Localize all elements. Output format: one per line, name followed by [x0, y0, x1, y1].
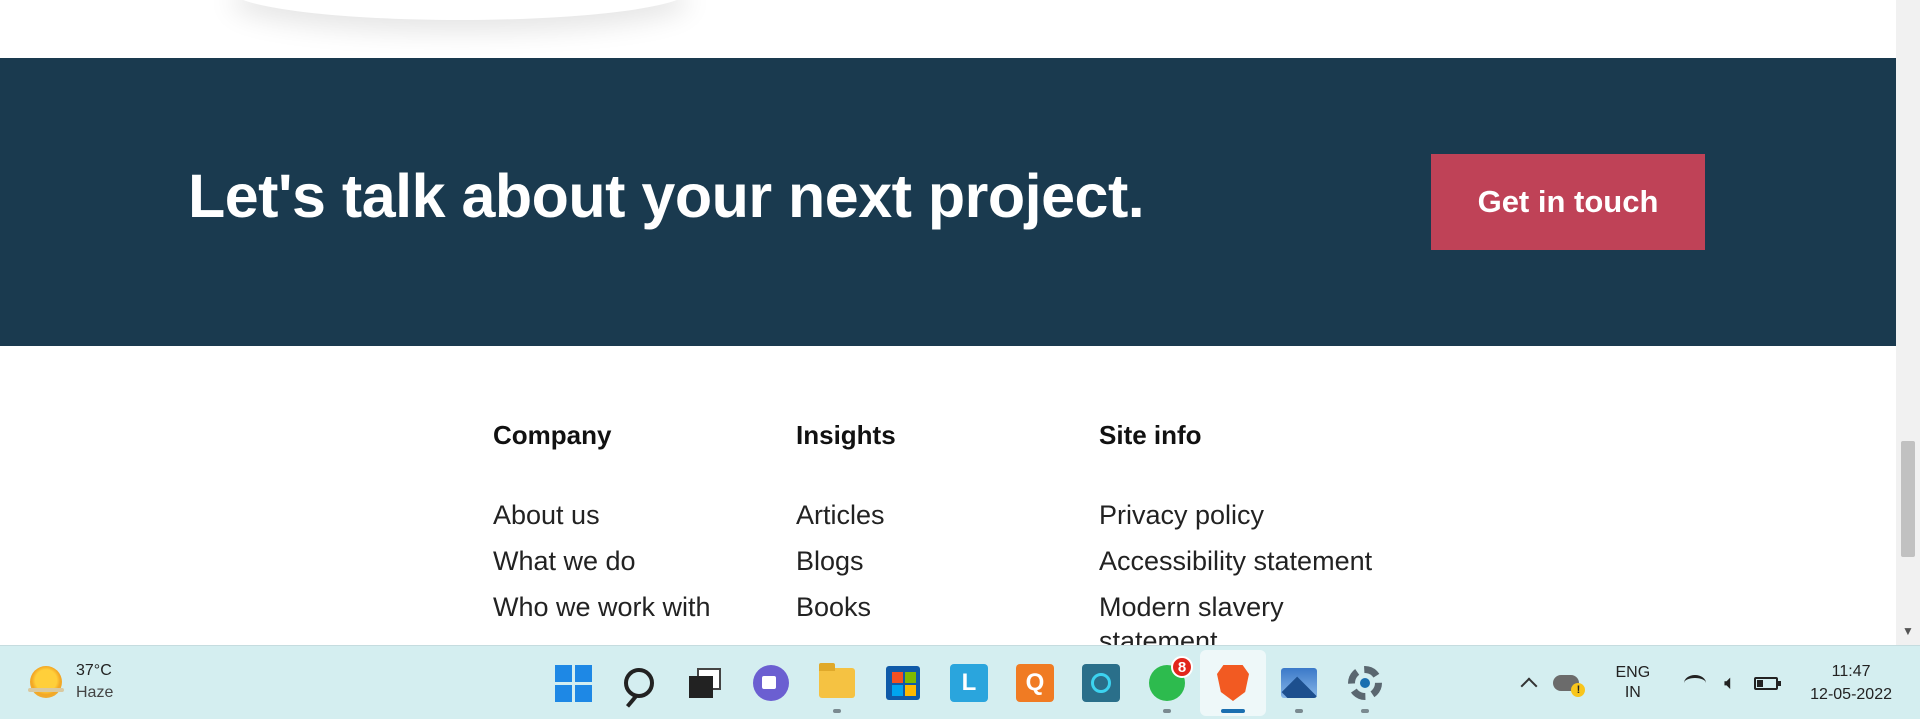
- taskbar-apps: L Q 8: [540, 646, 1398, 719]
- language-indicator[interactable]: ENG IN: [1615, 663, 1650, 703]
- whatsapp-icon: 8: [1149, 656, 1193, 701]
- battery-icon: [1754, 676, 1782, 690]
- volume-button[interactable]: 🔈︎: [1724, 672, 1736, 695]
- footer-link-blogs[interactable]: Blogs: [796, 546, 864, 576]
- page-scrollbar[interactable]: ▼: [1896, 0, 1920, 645]
- whatsapp-button[interactable]: 8: [1134, 650, 1200, 716]
- scroll-down-arrow-icon[interactable]: ▼: [1902, 624, 1914, 638]
- system-tray: ENG IN 🔈︎ 11:47 12-05-2022: [1520, 646, 1920, 719]
- q-app-icon: Q: [1016, 664, 1054, 702]
- onedrive-status-button[interactable]: [1553, 675, 1586, 697]
- footer-link-privacy-policy[interactable]: Privacy policy: [1099, 500, 1264, 530]
- photos-icon: [1281, 668, 1317, 698]
- site-footer: Company About us What we do Who we work …: [0, 346, 1896, 645]
- alexa-button[interactable]: [1068, 650, 1134, 716]
- footer-heading: Company: [493, 420, 612, 450]
- q-app-button[interactable]: Q: [1002, 650, 1068, 716]
- weather-widget[interactable]: 37°C Haze: [28, 660, 114, 704]
- settings-button[interactable]: [1332, 650, 1398, 716]
- get-in-touch-button[interactable]: Get in touch: [1431, 154, 1705, 250]
- footer-link-books[interactable]: Books: [796, 592, 871, 622]
- weather-condition: Haze: [76, 684, 114, 701]
- video-chat-icon: [753, 665, 789, 701]
- cta-banner: Let's talk about your next project. Get …: [0, 58, 1896, 346]
- show-hidden-icons-button[interactable]: [1520, 674, 1538, 695]
- speaker-icon: 🔈︎: [1724, 671, 1737, 694]
- clock[interactable]: 11:47 12-05-2022: [1810, 660, 1892, 706]
- language-region: IN: [1624, 684, 1641, 701]
- file-explorer-button[interactable]: [804, 650, 870, 716]
- network-button[interactable]: [1684, 675, 1707, 691]
- chat-app-button[interactable]: [738, 650, 804, 716]
- alexa-icon: [1082, 664, 1120, 702]
- store-button[interactable]: [870, 650, 936, 716]
- search-icon: [624, 668, 654, 698]
- battery-button[interactable]: [1754, 676, 1782, 690]
- footer-link-what-we-do[interactable]: What we do: [493, 546, 636, 576]
- footer-link-modern-slavery-statement[interactable]: Modern slavery statement: [1099, 590, 1319, 645]
- start-button[interactable]: [540, 650, 606, 716]
- l-app-icon: L: [950, 664, 988, 702]
- folder-icon: [819, 663, 855, 698]
- l-app-button[interactable]: L: [936, 650, 1002, 716]
- wifi-icon: [1684, 675, 1707, 691]
- language-code: ENG: [1615, 664, 1651, 681]
- footer-heading: Insights: [796, 420, 896, 450]
- gear-icon: [1348, 666, 1382, 700]
- clock-time: 11:47: [1831, 663, 1871, 680]
- card-shadow: [230, 0, 690, 20]
- store-icon: [886, 666, 920, 700]
- search-button[interactable]: [606, 650, 672, 716]
- windows-logo-icon: [554, 664, 592, 702]
- footer-heading: Site info: [1099, 420, 1202, 450]
- brave-browser-icon: [1217, 665, 1249, 701]
- footer-link-accessibility-statement[interactable]: Accessibility statement: [1099, 546, 1372, 576]
- photos-button[interactable]: [1266, 650, 1332, 716]
- task-view-icon: [687, 668, 723, 698]
- task-view-button[interactable]: [672, 650, 738, 716]
- scrollbar-thumb[interactable]: [1901, 441, 1915, 557]
- weather-temperature: 37°C: [76, 662, 112, 679]
- cta-title: Let's talk about your next project.: [188, 162, 1145, 230]
- taskbar: 37°C Haze L Q 8 ! ENG IN 🔈︎ 11:47 12-05-…: [0, 645, 1920, 719]
- brave-browser-button[interactable]: [1200, 650, 1266, 716]
- clock-date: 12-05-2022: [1810, 686, 1892, 703]
- cloud-warning-icon: [1553, 675, 1586, 697]
- sun-haze-icon: [28, 666, 64, 698]
- footer-link-about-us[interactable]: About us: [493, 500, 600, 530]
- chevron-up-icon: [1520, 677, 1538, 695]
- footer-link-articles[interactable]: Articles: [796, 500, 885, 530]
- notification-badge: 8: [1171, 656, 1193, 678]
- footer-link-who-we-work-with[interactable]: Who we work with: [493, 592, 711, 622]
- browser-viewport: Let's talk about your next project. Get …: [0, 0, 1896, 645]
